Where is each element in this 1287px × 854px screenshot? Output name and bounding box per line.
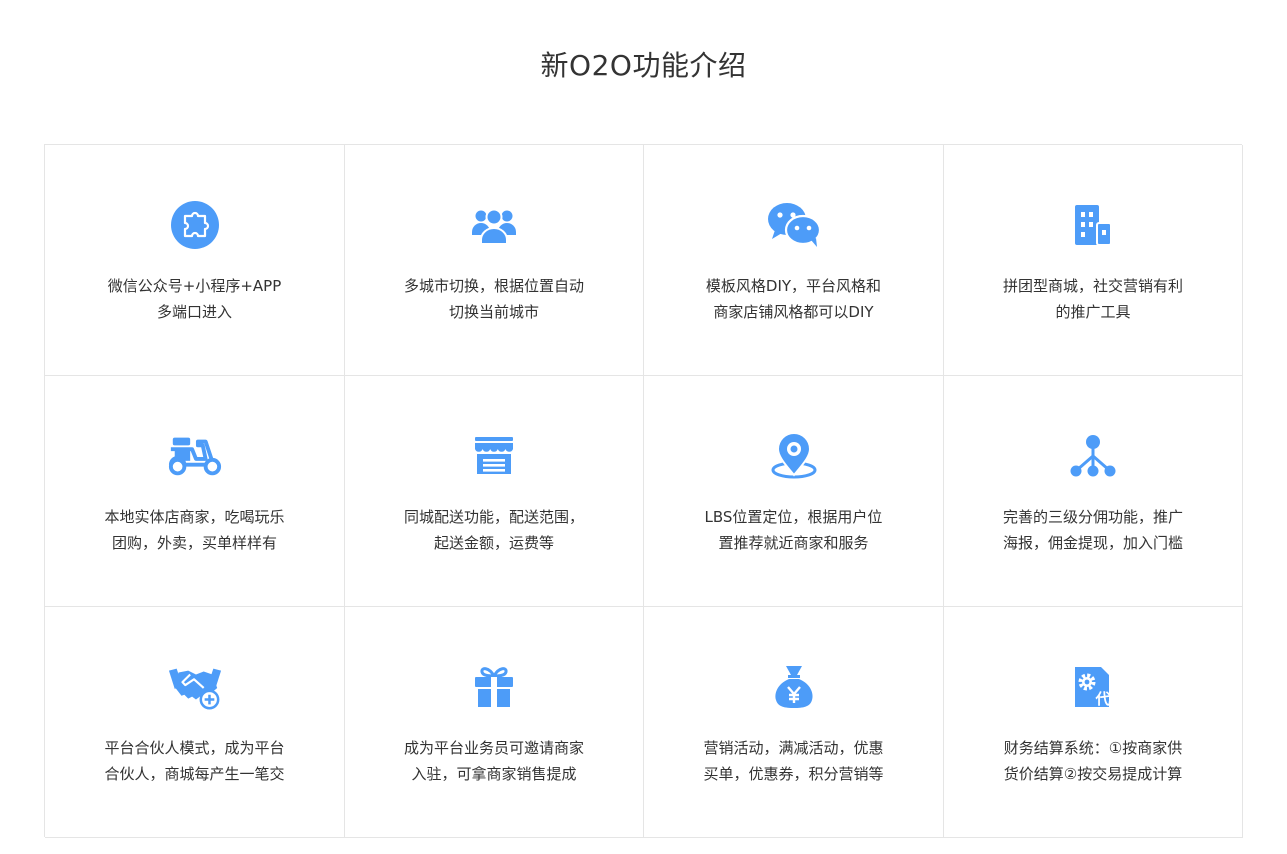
feature-line: 货价结算②按交易提成计算 — [1003, 765, 1183, 783]
feature-line: 切换当前城市 — [448, 303, 539, 321]
feature-description: 平台合伙人模式，成为平台 合伙人，商城每产生一笔交 — [75, 735, 314, 787]
feature-line: 财务结算系统：①按商家供 — [1003, 739, 1183, 757]
feature-description: 完善的三级分佣功能，推广 海报，佣金提现，加入门槛 — [974, 504, 1212, 556]
feature-line: 买单，优惠券，积分营销等 — [703, 765, 884, 783]
page-title: 新O2O功能介绍 — [540, 49, 747, 82]
finance-badge-text: 代 — [1094, 690, 1110, 708]
feature-line: 商家店铺风格都可以DIY — [713, 303, 874, 321]
feature-line: 多端口进入 — [156, 303, 232, 321]
building-icon — [1065, 199, 1121, 251]
location-pin-icon — [766, 430, 822, 482]
handshake-icon — [167, 661, 223, 713]
finance-settings-icon: 代 — [1065, 661, 1121, 713]
feature-description: LBS位置定位，根据用户位 置推荐就近商家和服务 — [674, 504, 913, 556]
puzzle-icon — [167, 199, 223, 251]
feature-card: 多城市切换，根据位置自动 切换当前城市 — [345, 145, 644, 376]
feature-card: 本地实体店商家，吃喝玩乐 团购，外卖，买单样样有 — [45, 376, 345, 607]
feature-line: 起送金额，运费等 — [433, 534, 554, 552]
feature-card: 成为平台业务员可邀请商家 入驻，可拿商家销售提成 — [345, 607, 644, 838]
feature-description: 财务结算系统：①按商家供 货价结算②按交易提成计算 — [974, 735, 1212, 787]
feature-line: 团购，外卖，买单样样有 — [111, 534, 277, 552]
feature-line: 模板风格DIY，平台风格和 — [705, 277, 882, 295]
feature-line: 拼团型商城，社交营销有利 — [1002, 277, 1183, 295]
feature-line: 入驻，可拿商家销售提成 — [411, 765, 577, 783]
feature-line: LBS位置定位，根据用户位 — [704, 508, 883, 526]
feature-line: 营销活动，满减活动，优惠 — [703, 739, 884, 757]
feature-line: 微信公众号+小程序+APP — [107, 277, 282, 295]
users-group-icon — [466, 199, 522, 251]
feature-description: 微信公众号+小程序+APP 多端口进入 — [75, 273, 314, 325]
feature-description: 多城市切换，根据位置自动 切换当前城市 — [375, 273, 613, 325]
feature-description: 成为平台业务员可邀请商家 入驻，可拿商家销售提成 — [375, 735, 613, 787]
feature-line: 完善的三级分佣功能，推广 — [1002, 508, 1183, 526]
feature-description: 同城配送功能，配送范围， 起送金额，运费等 — [375, 504, 613, 556]
feature-card: 微信公众号+小程序+APP 多端口进入 — [45, 145, 345, 376]
feature-card: 拼团型商城，社交营销有利 的推广工具 — [944, 145, 1243, 376]
feature-line: 同城配送功能，配送范围， — [403, 508, 584, 526]
feature-grid: 微信公众号+小程序+APP 多端口进入 多城市切换，根据位置自动 切换当前城市 — [44, 144, 1243, 838]
feature-card: 代 财务结算系统：①按商家供 货价结算②按交易提成计算 — [944, 607, 1243, 838]
feature-line: 合伙人，商城每产生一笔交 — [104, 765, 285, 783]
feature-description: 模板风格DIY，平台风格和 商家店铺风格都可以DIY — [674, 273, 913, 325]
wechat-icon — [766, 199, 822, 251]
feature-line: 海报，佣金提现，加入门槛 — [1002, 534, 1183, 552]
feature-line: 平台合伙人模式，成为平台 — [104, 739, 285, 757]
store-icon — [466, 430, 522, 482]
feature-description: 本地实体店商家，吃喝玩乐 团购，外卖，买单样样有 — [75, 504, 314, 556]
scooter-icon — [167, 430, 223, 482]
gift-icon — [466, 661, 522, 713]
feature-description: 营销活动，满减活动，优惠 买单，优惠券，积分营销等 — [674, 735, 913, 787]
feature-description: 拼团型商城，社交营销有利 的推广工具 — [974, 273, 1212, 325]
feature-line: 的推广工具 — [1055, 303, 1131, 321]
feature-card: 平台合伙人模式，成为平台 合伙人，商城每产生一笔交 — [45, 607, 345, 838]
feature-line: 多城市切换，根据位置自动 — [403, 277, 584, 295]
hierarchy-icon — [1065, 430, 1121, 482]
feature-line: 成为平台业务员可邀请商家 — [403, 739, 584, 757]
feature-card: 完善的三级分佣功能，推广 海报，佣金提现，加入门槛 — [944, 376, 1243, 607]
feature-line: 本地实体店商家，吃喝玩乐 — [104, 508, 285, 526]
feature-card: LBS位置定位，根据用户位 置推荐就近商家和服务 — [644, 376, 944, 607]
feature-line: 置推荐就近商家和服务 — [718, 534, 869, 552]
feature-card: 同城配送功能，配送范围， 起送金额，运费等 — [345, 376, 644, 607]
feature-card: 模板风格DIY，平台风格和 商家店铺风格都可以DIY — [644, 145, 944, 376]
feature-card: 营销活动，满减活动，优惠 买单，优惠券，积分营销等 — [644, 607, 944, 838]
money-bag-icon — [766, 661, 822, 713]
